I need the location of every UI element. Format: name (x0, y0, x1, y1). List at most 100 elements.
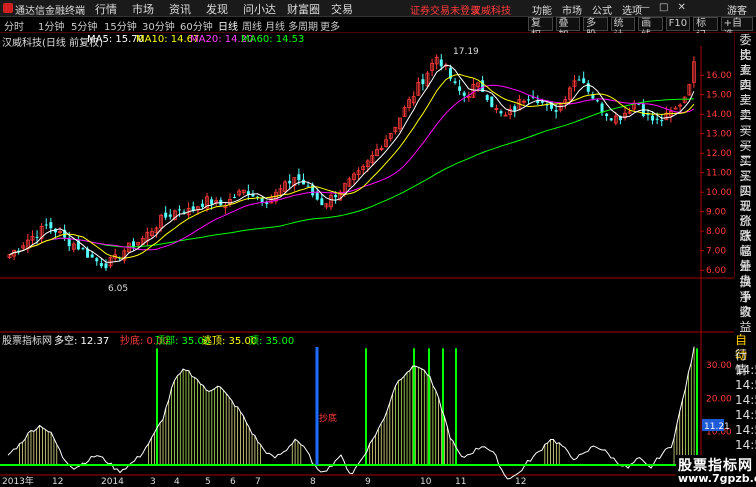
panel-netasset: 净资 (739, 289, 752, 319)
panel-change: 涨跌 (739, 214, 752, 244)
tool-tongji[interactable]: 统计 (610, 17, 636, 41)
period-multi[interactable]: 多周期 (288, 18, 318, 33)
tool-huaxian[interactable]: 画线 (638, 17, 663, 41)
tool-zixuan[interactable]: +自选 (720, 17, 753, 41)
candle-body (104, 263, 108, 269)
candle-body (90, 254, 94, 258)
candle-body (334, 194, 338, 198)
menu-caifuquan[interactable]: 财富圈 (287, 1, 331, 17)
main-menu: 行情 市场 资讯 发现 问小达 财富圈 交易 (95, 1, 368, 17)
price-tick: 13.00 (706, 130, 732, 140)
price-tick: 10.00 (706, 188, 732, 198)
candle-body (297, 174, 301, 181)
tool-biaoji[interactable]: 标记 (693, 17, 718, 41)
candle-body (485, 95, 489, 100)
indicator-tick: 30.00 (706, 361, 732, 371)
stock-name: 汉威科技 (471, 6, 511, 17)
candle-body (458, 86, 462, 91)
maximize-icon[interactable]: □ (659, 2, 668, 13)
period-1min[interactable]: 1分钟 (38, 18, 64, 33)
quote-label: 行情 (735, 348, 748, 377)
period-15min[interactable]: 15分钟 (104, 18, 137, 33)
candle-body (527, 99, 531, 101)
candle-body (164, 212, 168, 218)
menu-faxian[interactable]: 发现 (206, 1, 243, 17)
high-annotation: 17.19 (453, 47, 479, 57)
price-tick: 15.00 (706, 91, 732, 101)
menu-zixun[interactable]: 资讯 (169, 1, 206, 17)
period-weekly[interactable]: 周线 (242, 18, 262, 33)
date-tick: 11 (455, 477, 466, 487)
price-tick: 14.00 (706, 110, 732, 120)
panel-outer: 外盘 (739, 259, 752, 289)
tool-diejia[interactable]: 叠加 (555, 17, 581, 41)
candle-body (421, 79, 425, 85)
date-tick: 8 (310, 477, 316, 487)
period-monthly[interactable]: 月线 (265, 18, 285, 33)
candle-body (49, 222, 53, 229)
date-tick: 10 (420, 477, 432, 487)
panel-sell2: 卖二 (739, 93, 752, 123)
kline-chart[interactable]: 16.00 15.00 14.00 13.00 12.00 11.00 10.00 9.00 8… (0, 33, 734, 487)
candle-body (168, 214, 172, 217)
menu-shichang-right[interactable]: 市场 (562, 2, 582, 17)
indicator-tick: 20.00 (706, 394, 732, 404)
menu-shichang[interactable]: 市场 (132, 1, 169, 17)
date-tick: 6 (230, 477, 236, 487)
close-icon[interactable]: ✕ (677, 2, 685, 13)
menu-jiaoyi[interactable]: 交易 (331, 1, 368, 17)
tool-f10[interactable]: F10 (665, 17, 691, 31)
tool-duogu[interactable]: 多股 (583, 17, 608, 41)
candle-body (646, 114, 650, 116)
menu-xuanxiang[interactable]: 选项 (622, 2, 642, 17)
candle-body (99, 263, 103, 267)
period-30min[interactable]: 30分钟 (142, 18, 175, 33)
watermark: 股票指标网 www.7gpzb.com (676, 455, 756, 487)
panel-earnings: 收益 (739, 304, 752, 334)
candle-body (200, 203, 204, 207)
menu-wenxiaoda[interactable]: 问小达 (243, 1, 287, 17)
panel-price: 现价 (739, 199, 752, 229)
date-tick: 9 (365, 477, 371, 487)
date-tick: 3 (150, 477, 156, 487)
panel-weibi: 委比 (739, 33, 752, 62)
app-logo-icon (3, 3, 13, 13)
candle-body (600, 103, 604, 113)
guest-label[interactable]: 游客 (727, 2, 747, 17)
candle-body (609, 118, 613, 121)
tool-fuquan[interactable]: 复权 (528, 17, 553, 41)
menu-gongshi[interactable]: 公式 (592, 2, 612, 17)
indicator-info-line: 股票指标网 多空: 12.37 抄底: 0.00 顶部: 35.00 逃顶: 3… (0, 332, 700, 347)
time-panel: 自动 行情 14:5 14:5 14:5 14:5 14:5 14:5 (734, 333, 756, 453)
minimize-icon[interactable]: — (640, 2, 650, 13)
panel-buy5: 买五 (739, 183, 752, 213)
candle-body (490, 96, 494, 108)
panel-sell4: 卖四 (739, 63, 752, 93)
panel-buy3: 买三 (739, 153, 752, 183)
panel-turnover: 换手 (739, 274, 752, 304)
period-60min[interactable]: 60分钟 (180, 18, 213, 33)
menu-gongneng[interactable]: 功能 (532, 2, 552, 17)
price-tick: 12.00 (706, 149, 732, 159)
period-toolbar: 分时 1分钟 5分钟 15分钟 30分钟 60分钟 日线 周线 月线 多周期 更… (0, 17, 756, 41)
candle-body (288, 180, 292, 184)
candle-body (651, 115, 655, 121)
date-tick: 2013年 (2, 475, 34, 487)
panel-sell5: 卖五 (739, 48, 752, 78)
candle-body (177, 209, 181, 211)
candle-body (44, 224, 48, 226)
period-daily[interactable]: 日线 (218, 18, 238, 33)
period-more[interactable]: 更多 (320, 18, 340, 33)
price-tick: 11.00 (706, 169, 732, 179)
duokong-value: 多空: 12.37 (54, 336, 110, 347)
time-row: 14:5 (735, 378, 756, 392)
time-row: 14:5 (735, 393, 756, 407)
price-tick: 8.00 (706, 227, 726, 237)
period-5min[interactable]: 5分钟 (71, 18, 97, 33)
period-fenshi[interactable]: 分时 (4, 18, 24, 33)
candle-body (453, 81, 457, 84)
login-status[interactable]: 证券交易未登录 (410, 2, 480, 17)
menu-hangqing[interactable]: 行情 (95, 1, 132, 17)
auto-label: 自动 (735, 333, 748, 362)
main-info-line: 汉威科技(日线 前复权) MA5: 15.70 MA10: 14.67 MA20… (0, 34, 700, 49)
